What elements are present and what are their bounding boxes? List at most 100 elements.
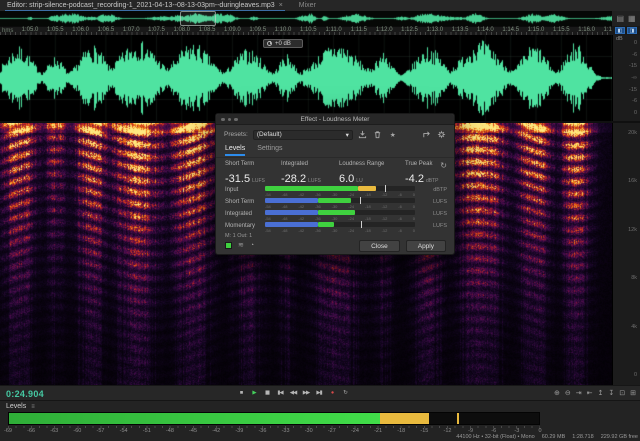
tab-mixer[interactable]: Mixer	[299, 2, 316, 9]
scale-tick-label: 12k	[628, 227, 637, 233]
navigator-view-box[interactable]	[180, 11, 216, 26]
channel-config-label: M: 1 Out: 1	[225, 233, 252, 239]
meter-scale-label: -36	[258, 428, 266, 434]
pause-button[interactable]: ▮▮	[262, 388, 272, 398]
status-bar: 44100 Hz • 32-bit (Float) • Mono 60.29 M…	[456, 434, 638, 440]
dialog-buttons: Close Apply	[359, 240, 446, 252]
zoom-in-button[interactable]: ⊕	[554, 388, 560, 398]
scale-tick-label: 20k	[628, 130, 637, 136]
scale-tick-label: 0	[634, 372, 637, 378]
meter-peak-indicator	[457, 413, 459, 424]
zoom-in-amplitude-button[interactable]: ↥	[598, 388, 604, 398]
settings-gear-icon[interactable]	[436, 130, 446, 140]
zoom-full-button[interactable]: ⊞	[630, 388, 636, 398]
amplitude-scale[interactable]: dB 0-6-15-∞-15-60	[612, 35, 640, 121]
volume-hud[interactable]: +0 dB	[263, 39, 303, 48]
meter-scale-label: -12	[443, 428, 451, 434]
meter-scale-label: -24	[351, 428, 359, 434]
routing-icon[interactable]	[421, 130, 431, 140]
sliders-icon[interactable]: ≋	[238, 242, 244, 249]
volume-knob-icon[interactable]	[267, 41, 272, 46]
waveform-canvas[interactable]	[0, 35, 612, 121]
volume-hud-value: +0 dB	[275, 41, 291, 47]
ruler-tick-label: 1:06.5	[98, 27, 115, 33]
record-button[interactable]: ●	[327, 388, 337, 398]
meter-scale-label: -27	[328, 428, 336, 434]
status-duration: 1:28.718	[572, 434, 593, 440]
meter-scale-label: -30	[305, 428, 313, 434]
ruler-tick-label: 1:09.0	[224, 27, 241, 33]
status-format: 44100 Hz • 32-bit (Float) • Mono	[456, 434, 534, 440]
window-control-dots[interactable]	[221, 118, 238, 122]
zoom-navigator[interactable]	[0, 11, 612, 26]
ruler-corner: ◧ ◨	[612, 26, 640, 35]
navigator-corner: ▤ ▦	[612, 11, 640, 26]
frequency-scale[interactable]: 20k 16k 12k 8k 4k 0	[612, 123, 640, 385]
effect-power-toggle[interactable]	[225, 242, 232, 249]
meter-scale-label: -57	[97, 428, 105, 434]
scale-tick-label: -6	[632, 52, 637, 58]
zoom-out-time-button[interactable]: ⇤	[587, 388, 593, 398]
clock-icon[interactable]: ◔	[250, 242, 254, 249]
ruler-tick-label: 1:14.0	[477, 27, 494, 33]
meter-scale-label: -51	[143, 428, 151, 434]
loudness-readouts: Short Term -31.5LUFSIntegrated -28.2LUFS…	[225, 161, 447, 187]
readout-integrated: Integrated -28.2LUFS	[281, 161, 339, 187]
stop-button[interactable]: ■	[236, 388, 246, 398]
pan-icon[interactable]: ▤	[616, 14, 624, 23]
scale-tick-label: -15	[629, 63, 637, 69]
skip-to-start-button[interactable]: ▮◀	[275, 388, 285, 398]
apply-button[interactable]: Apply	[406, 240, 446, 252]
tab-editor[interactable]: Editor: strip-silence-podcast_recording-…	[5, 0, 285, 11]
save-preset-icon[interactable]	[358, 130, 368, 140]
panel-menu-icon[interactable]: ≡	[31, 404, 35, 410]
close-icon[interactable]: ×	[279, 2, 283, 9]
meter-scale-label: -42	[212, 428, 220, 434]
rewind-button[interactable]: ◀◀	[288, 388, 298, 398]
meter-row-short-term: Short Term-54-48-42-36-30-24-18-12-60LUF…	[225, 198, 447, 210]
ruler-tick-label: 1:08.5	[199, 27, 216, 33]
amplitude-unit: dB	[616, 36, 623, 42]
dialog-tabs: Levels Settings	[225, 145, 283, 156]
scale-tick-label: 8k	[631, 275, 637, 281]
zoom-out-button[interactable]: ⊖	[565, 388, 571, 398]
preset-dropdown[interactable]: (Default) ▾	[253, 130, 353, 140]
navigator-waveform[interactable]	[0, 11, 612, 26]
loop-playback-button[interactable]: ↻	[340, 388, 350, 398]
favorite-star-icon[interactable]: ★	[388, 130, 398, 140]
zoom-in-time-button[interactable]: ⇥	[576, 388, 582, 398]
waveform-view[interactable]: +0 dB	[0, 35, 612, 121]
channel-button-left[interactable]: ◧	[615, 27, 625, 34]
ruler-tick-label: 1:11.5	[351, 27, 367, 33]
zoom-to-selection-button[interactable]: ⊡	[619, 388, 625, 398]
grid-icon[interactable]: ▦	[628, 14, 636, 23]
reset-icon[interactable]: ↻	[440, 161, 447, 187]
ruler-tick-label: 1:13.0	[426, 27, 443, 33]
zoom-out-amplitude-button[interactable]: ↧	[608, 388, 614, 398]
dialog-titlebar[interactable]: Effect - Loudness Meter	[216, 114, 454, 125]
meter-scale-label: -18	[397, 428, 405, 434]
meter-scale-label: -66	[27, 428, 35, 434]
panel-tab-bar: Editor: strip-silence-podcast_recording-…	[0, 0, 640, 11]
timeline-ruler[interactable]: hms 1:05.01:05.51:06.01:06.51:07.01:07.5…	[0, 26, 612, 35]
ruler-tick-label: 1:16.0	[578, 27, 595, 33]
levels-panel-header: Levels ≡	[6, 403, 35, 410]
scale-tick-label: 16k	[628, 178, 637, 184]
meter-row-integrated: Integrated-54-48-42-36-30-24-18-12-60LUF…	[225, 210, 447, 222]
fast-forward-button[interactable]: ▶▶	[301, 388, 311, 398]
play-button[interactable]: ▶	[249, 388, 259, 398]
meter-scale-label: -15	[420, 428, 428, 434]
meter-yellow-segment	[380, 413, 429, 424]
meter-row-momentary: Momentary-54-48-42-36-30-24-18-12-60LUFS	[225, 222, 447, 234]
tab-levels[interactable]: Levels	[225, 145, 245, 156]
skip-to-end-button[interactable]: ▶▮	[314, 388, 324, 398]
meter-scale-label: -69	[4, 428, 12, 434]
status-free-space: 229.92 GB free	[601, 434, 638, 440]
bottom-panels: Levels ≡ -69-66-63-60-57-54-51-48-45-42-…	[0, 400, 640, 441]
channel-button-right[interactable]: ◨	[627, 27, 637, 34]
delete-preset-icon[interactable]	[373, 130, 383, 140]
scale-tick-label: 0	[634, 110, 637, 116]
scale-tick-label: 4k	[631, 324, 637, 330]
close-button[interactable]: Close	[359, 240, 400, 252]
tab-settings[interactable]: Settings	[257, 145, 282, 156]
